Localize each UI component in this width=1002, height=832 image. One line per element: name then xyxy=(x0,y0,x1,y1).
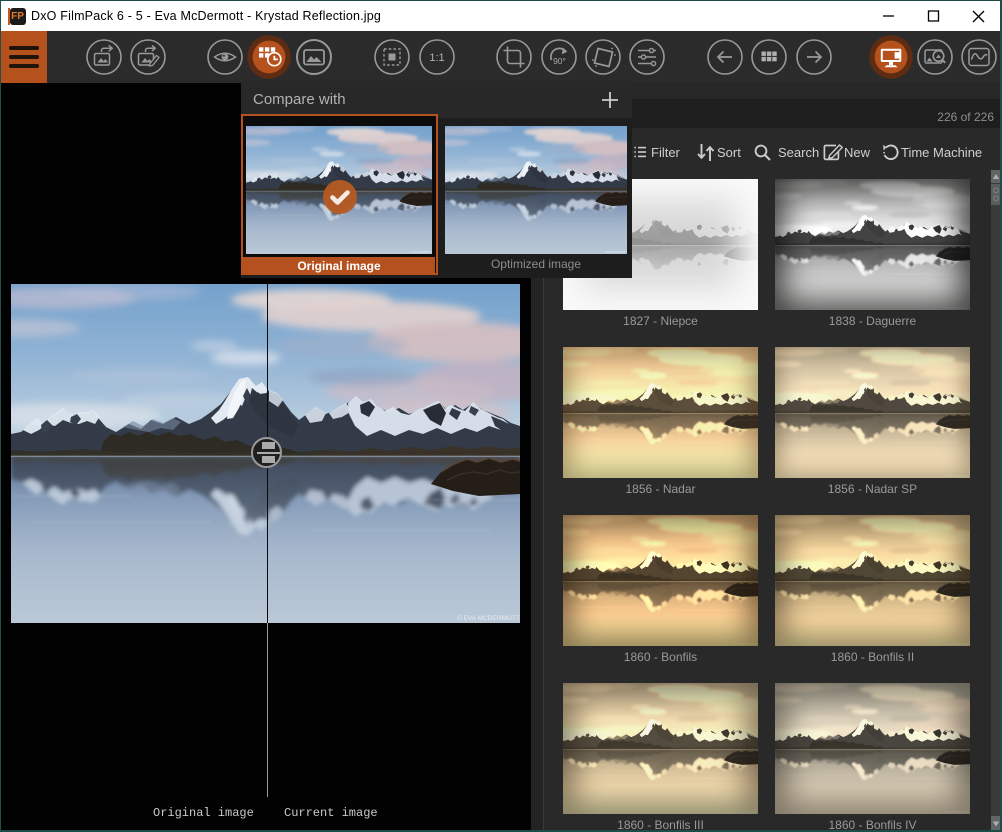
svg-text:1:1: 1:1 xyxy=(429,52,444,64)
svg-text:90°: 90° xyxy=(553,56,566,66)
